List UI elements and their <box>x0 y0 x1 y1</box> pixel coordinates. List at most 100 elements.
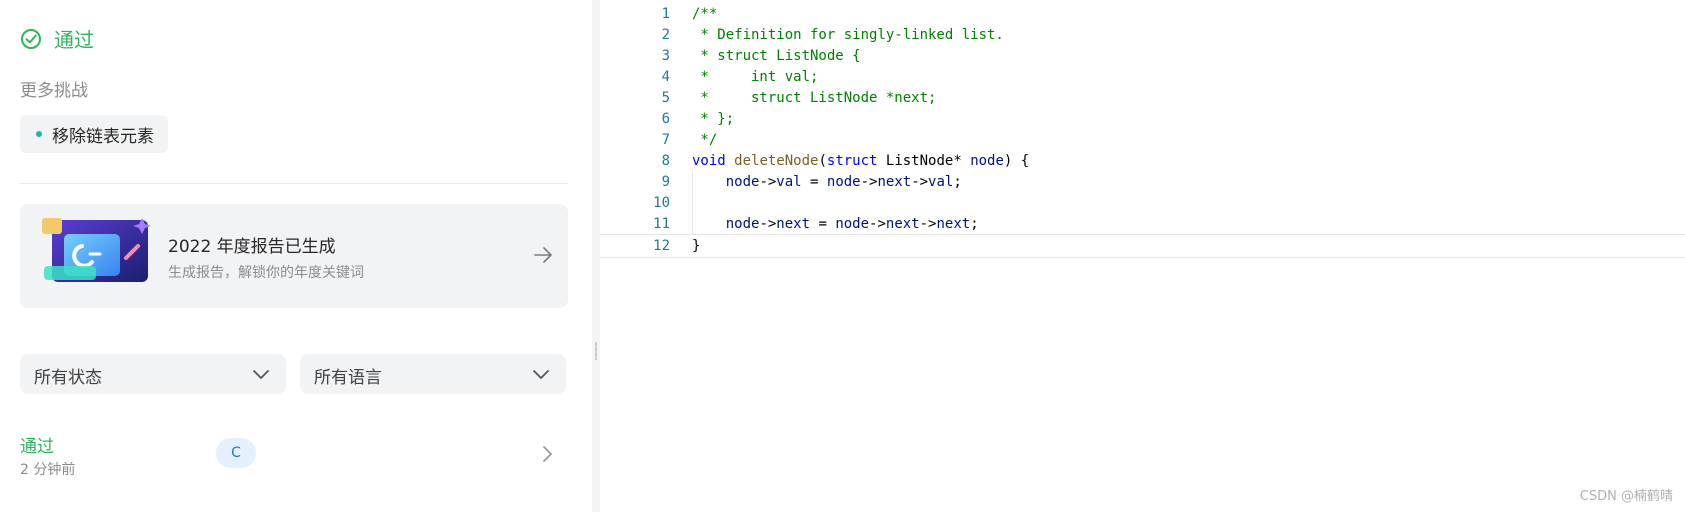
code-token: ; <box>953 174 962 190</box>
line-source: node->val = node->next->val; <box>692 171 962 193</box>
line-source: * }; <box>692 108 734 130</box>
chevron-right-icon <box>543 446 552 462</box>
code-line[interactable]: 5 * struct ListNode *next; <box>600 87 1685 109</box>
code-token: val <box>776 174 802 190</box>
status-filter-value: 所有状态 <box>34 368 102 388</box>
code-token: node <box>826 174 861 190</box>
code-line[interactable]: 3 * struct ListNode { <box>600 45 1685 67</box>
challenge-tag-label: 移除链表元素 <box>52 126 154 147</box>
code-token: ; <box>970 216 979 232</box>
code-line[interactable]: 4 * int val; <box>600 66 1685 88</box>
language-badge: C <box>216 438 256 468</box>
line-source: node->next = node->next->next; <box>692 213 979 235</box>
code-line[interactable]: 9 node->val = node->next->val; <box>600 171 1685 193</box>
panel-resize-handle[interactable] <box>592 0 600 512</box>
chevron-down-icon <box>253 370 269 379</box>
code-token: ) { <box>1003 153 1030 169</box>
line-number: 7 <box>661 132 670 148</box>
submission-result: 通过 <box>20 24 94 53</box>
code-token: } <box>692 238 701 254</box>
annual-report-banner[interactable]: 2022 年度报告已生成 生成报告，解锁你的年度关键词 <box>20 204 568 308</box>
line-number: 9 <box>661 174 670 190</box>
code-token: * Definition for singly-linked list. <box>692 27 1004 43</box>
code-token: next <box>776 216 811 232</box>
code-token: node <box>835 216 870 232</box>
submission-row[interactable]: 通过 2 分钟前 C <box>20 426 568 482</box>
code-token: -> <box>759 174 777 190</box>
code-token: next <box>936 216 971 232</box>
code-token: node <box>970 153 1004 169</box>
code-line[interactable]: 7 */ <box>600 129 1685 151</box>
language-filter-value: 所有语言 <box>314 368 382 388</box>
chevron-down-icon <box>533 370 549 379</box>
watermark: CSDN @楠鹤晴 <box>1579 489 1673 504</box>
line-source: * struct ListNode { <box>692 45 861 67</box>
line-number: 2 <box>661 27 670 43</box>
code-line[interactable]: 2 * Definition for singly-linked list. <box>600 24 1685 46</box>
code-token: void <box>692 153 726 169</box>
code-token: ( <box>818 153 827 169</box>
line-number: 1 <box>661 6 670 22</box>
code-token: * }; <box>692 111 735 127</box>
code-line[interactable]: 6 * }; <box>600 108 1685 130</box>
code-editor[interactable]: 1 /** 2 * Definition for singly-linked lis… <box>600 0 1685 512</box>
line-number: 6 <box>661 111 670 127</box>
line-source: * Definition for singly-linked list. <box>692 24 1004 46</box>
code-token: -> <box>869 216 886 232</box>
line-source: void deleteNode(struct ListNode* node) { <box>692 150 1029 172</box>
code-token: node <box>725 216 760 232</box>
code-line[interactable]: 11 node->next = node->next->next; <box>600 213 1685 235</box>
code-token: next <box>877 174 912 190</box>
code-token: val <box>928 174 954 190</box>
left-panel: 通过 更多挑战 移除链表元素 2022 年度报告已生成 生成报告，解锁你的年度关… <box>0 0 592 512</box>
result-status-text: 通过 <box>54 28 94 52</box>
tag-dot <box>36 131 42 137</box>
section-divider <box>20 183 568 184</box>
code-token: * struct ListNode *next; <box>692 90 937 106</box>
code-token: * struct ListNode { <box>692 48 861 64</box>
line-number: 11 <box>653 216 670 232</box>
code-line[interactable]: 12} <box>600 234 1685 258</box>
line-number: 8 <box>661 153 670 169</box>
code-token: * int val; <box>692 69 819 85</box>
submission-time: 2 分钟前 <box>20 462 76 478</box>
code-token: ListNode* <box>877 153 971 169</box>
report-subtitle: 生成报告，解锁你的年度关键词 <box>168 265 364 281</box>
status-filter-select[interactable]: 所有状态 <box>20 354 286 394</box>
code-line[interactable]: 8 void deleteNode(struct ListNode* node) … <box>600 150 1685 172</box>
line-number: 4 <box>661 69 670 85</box>
check-circle-icon <box>21 28 41 49</box>
submission-result-text: 通过 <box>20 437 54 457</box>
code-token: = <box>810 216 836 232</box>
arrow-right-icon <box>534 247 552 263</box>
code-token: = <box>801 174 827 190</box>
line-source: * int val; <box>692 66 818 88</box>
code-token: -> <box>911 174 929 190</box>
report-title: 2022 年度报告已生成 <box>168 237 336 257</box>
code-token: -> <box>919 216 937 232</box>
language-filter-select[interactable]: 所有语言 <box>300 354 566 394</box>
code-token: */ <box>692 132 718 148</box>
code-token: node <box>725 174 760 190</box>
more-challenges-title: 更多挑战 <box>20 81 88 101</box>
code-token: struct <box>826 153 878 169</box>
line-number: 5 <box>661 90 670 106</box>
line-number: 12 <box>653 238 670 254</box>
code-line[interactable]: 10 <box>600 192 1685 214</box>
code-token: next <box>885 216 920 232</box>
line-number: 3 <box>661 48 670 64</box>
code-line[interactable]: 1 /** <box>600 3 1685 25</box>
code-token: deleteNode <box>734 153 819 169</box>
line-source: * struct ListNode *next; <box>692 87 936 109</box>
line-number: 10 <box>653 195 670 211</box>
code-token: /** <box>692 6 718 22</box>
challenge-tag[interactable]: 移除链表元素 <box>20 115 168 153</box>
report-illustration <box>42 218 151 282</box>
line-source: /** <box>692 3 717 25</box>
resize-grip <box>595 342 597 360</box>
code-token: -> <box>759 216 777 232</box>
line-source: */ <box>692 129 717 151</box>
